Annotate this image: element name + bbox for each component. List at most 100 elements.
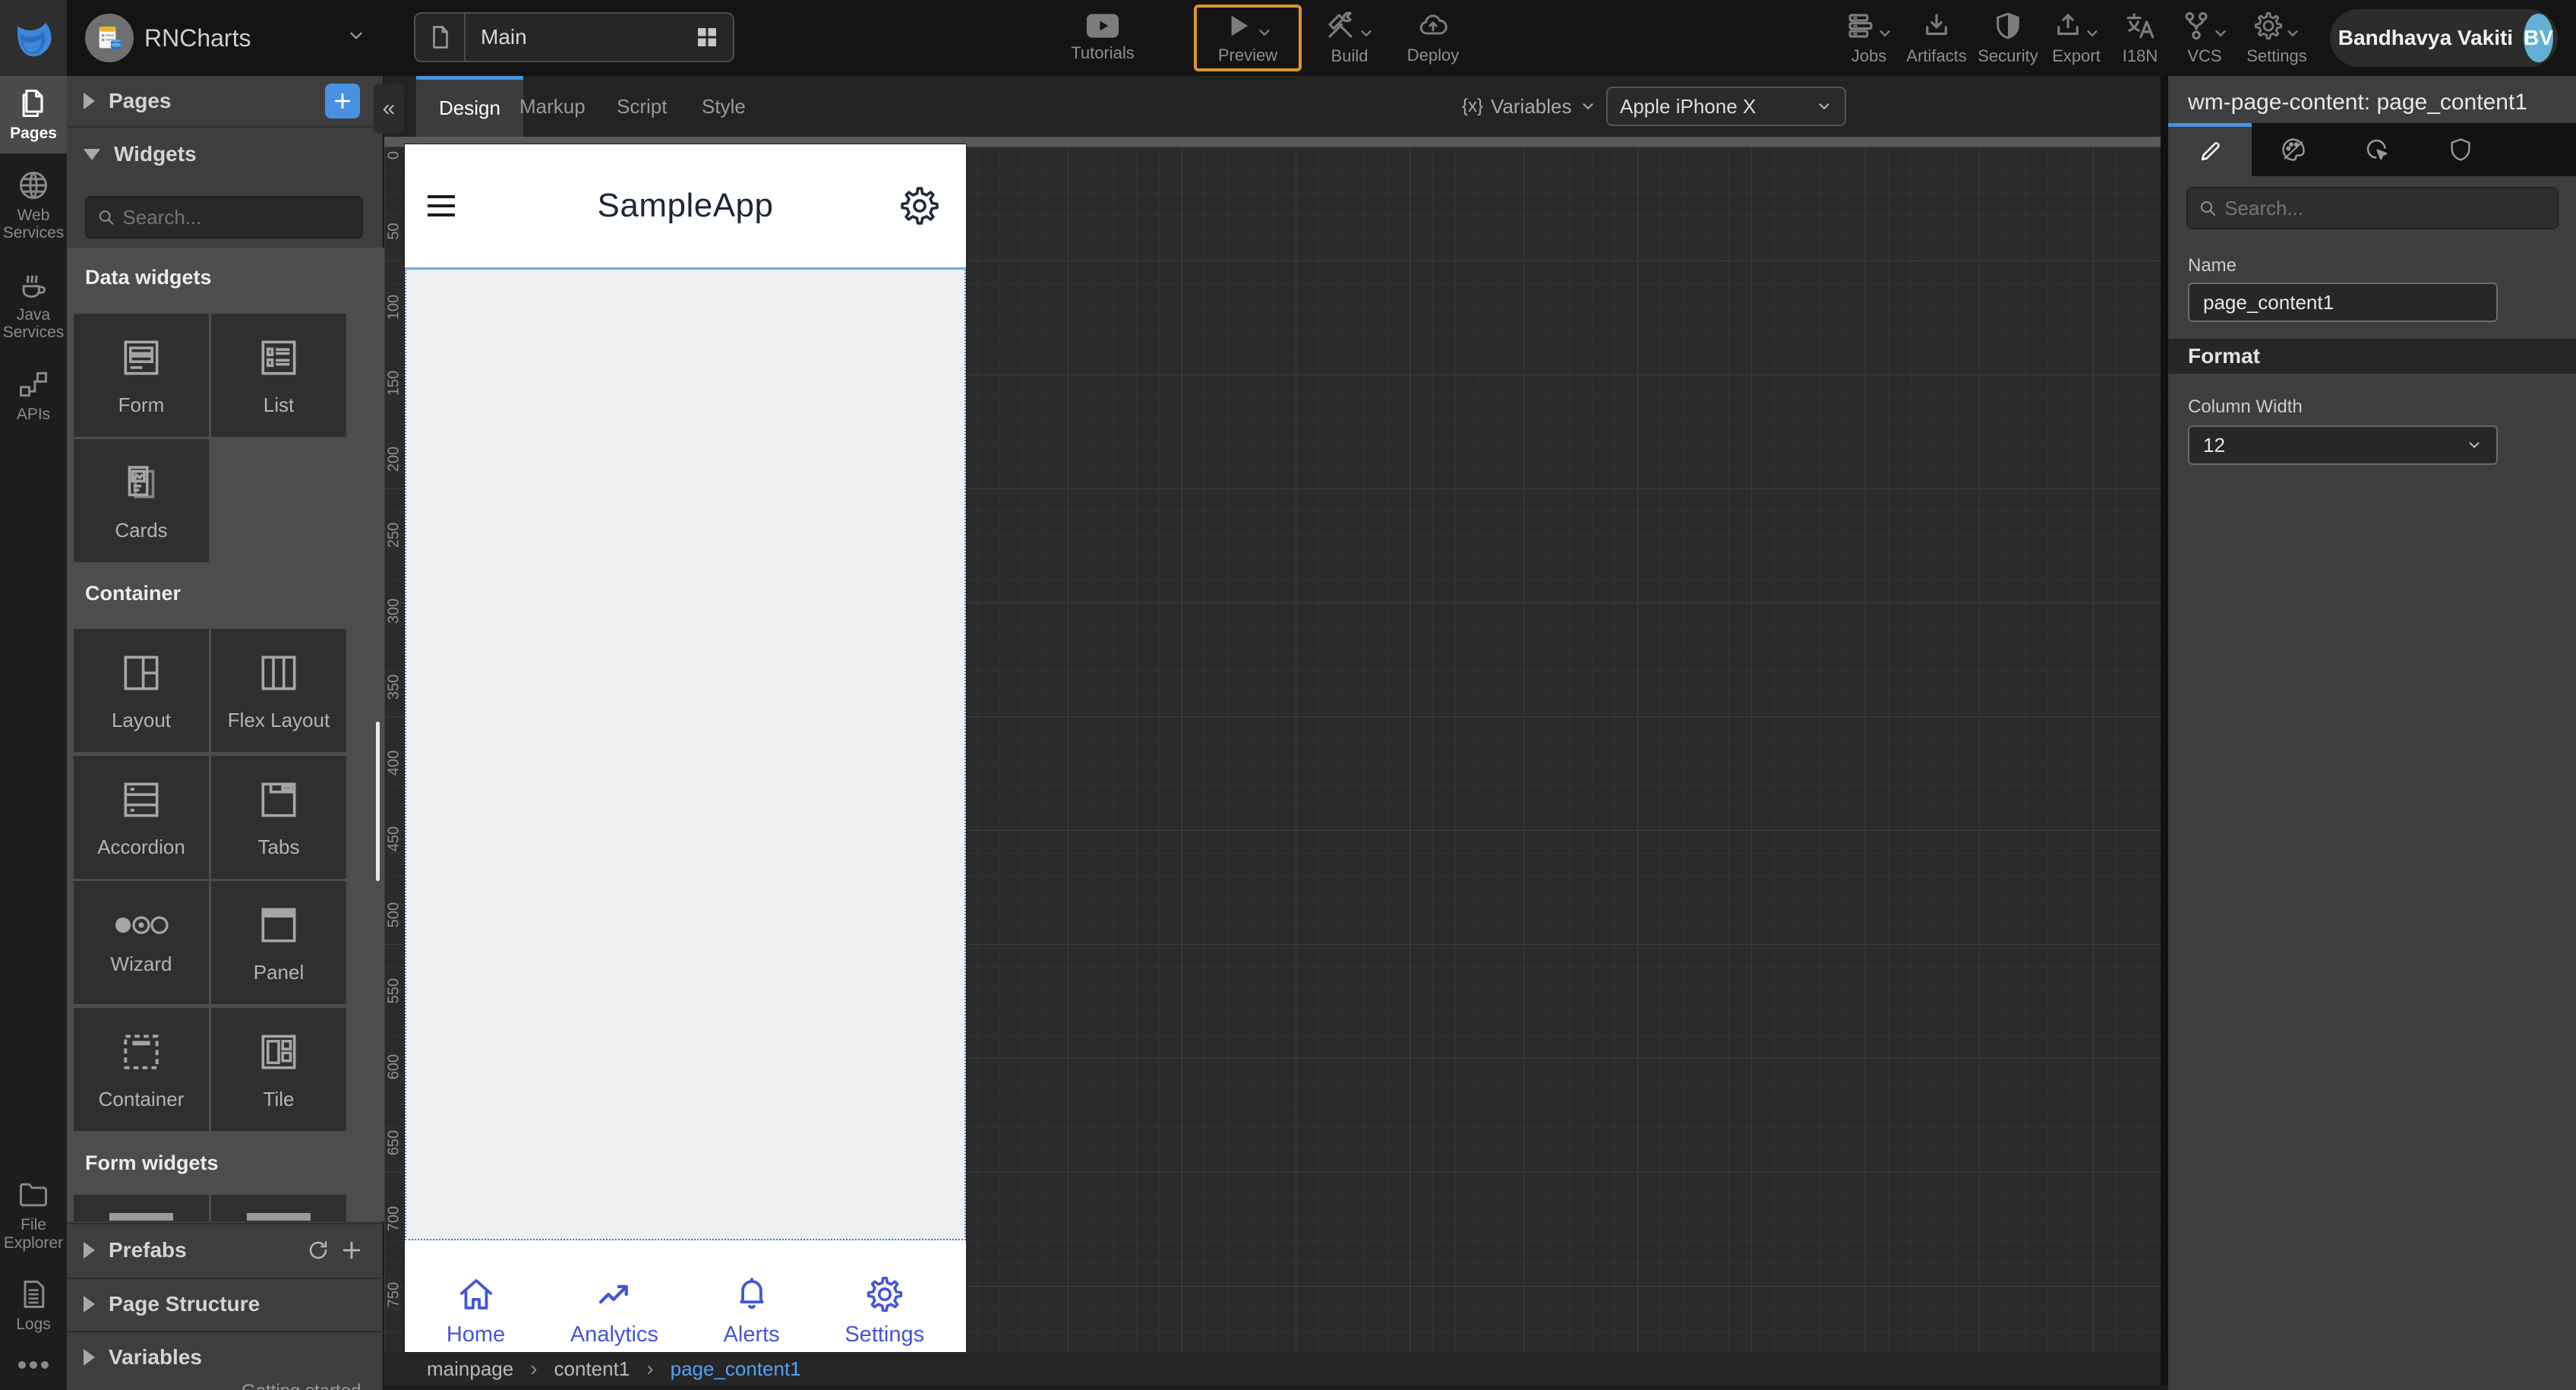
nav-item-home[interactable]: Home xyxy=(447,1274,505,1347)
apis-icon xyxy=(20,371,47,396)
deploy-button[interactable]: Deploy xyxy=(1391,0,1475,76)
widget-search-input[interactable] xyxy=(122,205,351,229)
collapse-left-panel-button[interactable]: « xyxy=(374,84,404,134)
phone-app-title: SampleApp xyxy=(597,187,774,224)
left-panel: Pages Widgets Data widgets Form List xyxy=(67,76,384,1390)
widget-tile-cards[interactable]: Cards xyxy=(74,439,209,562)
page-selector-divider xyxy=(464,14,466,61)
tab-script[interactable]: Script xyxy=(594,76,690,137)
widget-tile-tabs[interactable]: Tabs xyxy=(211,756,346,879)
tile-icon xyxy=(261,1035,296,1069)
jobs-button[interactable]: Jobs xyxy=(1834,0,1904,76)
tab-security[interactable] xyxy=(2419,123,2502,176)
nav-item-alerts[interactable]: Alerts xyxy=(724,1274,780,1347)
flex-layout-icon xyxy=(261,656,296,690)
prefabs-refresh-icon[interactable] xyxy=(307,1239,330,1262)
rail-item-file-explorer[interactable]: File Explorer xyxy=(0,1167,67,1262)
widget-tile-list[interactable]: List xyxy=(211,314,346,437)
widget-tile-tile[interactable]: Tile xyxy=(211,1008,346,1131)
rail-item-java-services[interactable]: Java Services xyxy=(0,257,67,352)
widget-tile-container[interactable]: Container xyxy=(74,1008,209,1131)
tutorials-button[interactable]: Tutorials xyxy=(1057,0,1148,76)
layout-icon xyxy=(124,656,159,690)
phone-canvas[interactable]: SampleApp Home Analytics Alerts Settings xyxy=(405,144,966,1378)
project-chevron-down-icon[interactable] xyxy=(348,27,365,44)
bell-icon xyxy=(740,1277,764,1309)
plus-icon xyxy=(334,93,351,109)
variables-section-header[interactable]: Variables xyxy=(67,1331,384,1382)
page-file-icon xyxy=(433,26,448,49)
user-menu[interactable]: Bandhavya Vakiti BV xyxy=(2330,9,2558,67)
rail-item-web-services[interactable]: Web Services xyxy=(0,158,67,253)
wizard-icon xyxy=(115,915,169,934)
widget-tile-panel[interactable]: Panel xyxy=(211,881,346,1004)
vcs-button[interactable]: VCS xyxy=(2174,0,2236,76)
add-page-button[interactable] xyxy=(325,84,360,118)
rail-spacer xyxy=(0,434,67,1163)
tab-properties[interactable] xyxy=(2168,123,2252,176)
tab-style[interactable]: Style xyxy=(679,76,769,137)
settings-chevron-down-icon xyxy=(2287,30,2298,37)
wave-logo-icon xyxy=(17,22,52,57)
project-avatar[interactable] xyxy=(85,14,134,62)
device-selector[interactable]: Apple iPhone X xyxy=(1606,87,1846,126)
pages-section-header[interactable]: Pages xyxy=(67,76,384,126)
tab-markup[interactable]: Markup xyxy=(497,76,608,137)
column-width-select[interactable]: 12 xyxy=(2188,425,2498,465)
breadcrumb-mainpage[interactable]: mainpage xyxy=(427,1357,513,1381)
prefabs-add-icon[interactable] xyxy=(340,1239,363,1262)
prefabs-section-header[interactable]: Prefabs xyxy=(67,1223,384,1276)
left-panel-scrollbar[interactable] xyxy=(376,722,380,881)
export-chevron-down-icon xyxy=(2087,30,2098,37)
ruler-label: 500 xyxy=(385,902,402,928)
page-selector[interactable]: Main xyxy=(414,12,734,62)
build-button[interactable]: Build xyxy=(1308,0,1391,76)
widget-tile-flex-layout[interactable]: Flex Layout xyxy=(211,629,346,752)
rail-more-button[interactable] xyxy=(0,1349,67,1390)
breadcrumb-page-content1[interactable]: page_content1 xyxy=(671,1357,801,1381)
widget-tile-form[interactable]: Form xyxy=(74,314,209,437)
page-structure-section-header[interactable]: Page Structure xyxy=(67,1278,384,1329)
widget-tile-layout[interactable]: Layout xyxy=(74,629,209,752)
ruler-label: 550 xyxy=(385,978,402,1004)
cloud-upload-icon xyxy=(1419,14,1447,35)
page-structure-collapse-arrow-icon xyxy=(84,1296,95,1313)
widget-tile-cutoff-2[interactable] xyxy=(211,1195,346,1221)
phone-app-header[interactable]: SampleApp xyxy=(405,144,966,267)
properties-search-box[interactable] xyxy=(2186,187,2559,229)
settings-button[interactable]: Settings xyxy=(2236,0,2318,76)
wavemaker-logo[interactable] xyxy=(0,0,67,76)
breadcrumb: mainpage › content1 › page_content1 xyxy=(384,1352,2161,1385)
widget-tile-wizard[interactable]: Wizard xyxy=(74,881,209,1004)
widget-tile-cutoff-1[interactable] xyxy=(74,1195,209,1221)
artifacts-button[interactable]: Artifacts xyxy=(1897,0,1976,76)
rail-item-logs[interactable]: Logs xyxy=(0,1267,67,1344)
i18n-translate-icon xyxy=(2126,13,2155,39)
export-button[interactable]: Export xyxy=(2040,0,2113,76)
widget-search-box[interactable] xyxy=(85,196,363,239)
nav-item-settings[interactable]: Settings xyxy=(844,1274,924,1347)
format-section-header: Format xyxy=(2168,339,2576,374)
page-grid-icon[interactable] xyxy=(693,24,721,51)
rail-item-pages[interactable]: Pages xyxy=(0,76,67,153)
variables-button[interactable]: {x} Variables xyxy=(1462,76,1596,137)
name-input[interactable] xyxy=(2188,283,2498,322)
breadcrumb-content1[interactable]: content1 xyxy=(554,1357,630,1381)
ruler-label: 200 xyxy=(385,446,402,472)
selected-page-content[interactable] xyxy=(405,267,966,1240)
prefabs-collapse-arrow-icon xyxy=(84,1242,95,1259)
phone-header-gear-icon[interactable] xyxy=(898,184,942,228)
tab-events[interactable] xyxy=(2335,123,2419,176)
security-button[interactable]: Security xyxy=(1970,0,2046,76)
top-bar: RNCharts Main Tutorials Preview Build De… xyxy=(0,0,2576,76)
tab-styles[interactable] xyxy=(2252,123,2335,176)
widgets-section-header[interactable]: Widgets xyxy=(67,126,384,181)
nav-item-analytics[interactable]: Analytics xyxy=(570,1274,658,1347)
right-panel-divider[interactable] xyxy=(2161,76,2168,1390)
i18n-button[interactable]: I18N xyxy=(2107,0,2174,76)
hamburger-menu-icon[interactable] xyxy=(428,195,455,216)
rail-item-apis[interactable]: APIs xyxy=(0,357,67,434)
widget-tile-accordion[interactable]: Accordion xyxy=(74,756,209,879)
properties-search-input[interactable] xyxy=(2224,196,2546,220)
cutoff-footer-text: Getting started xyxy=(67,1381,384,1390)
